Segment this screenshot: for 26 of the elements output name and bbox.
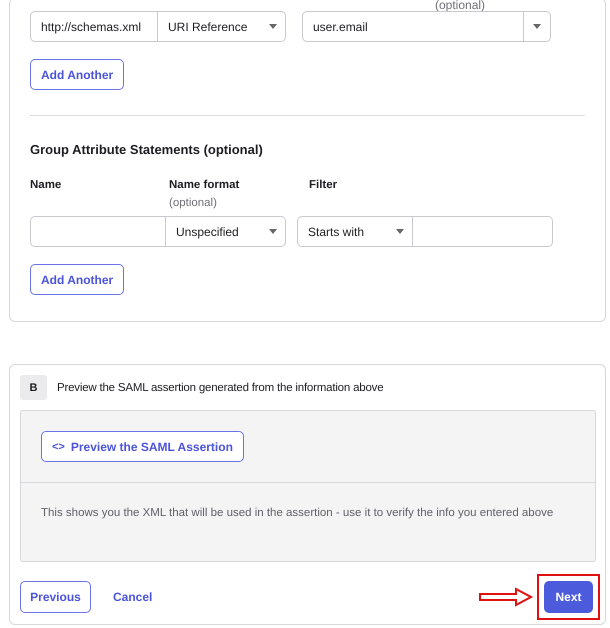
caret-icon <box>269 229 277 234</box>
field-hint: (optional) <box>434 0 486 11</box>
arrow-icon <box>479 587 533 607</box>
field-label: Filter <box>309 179 338 191</box>
field-label: Name <box>30 179 62 191</box>
step-badge: B <box>20 375 47 400</box>
add-another-button[interactable]: Add Another <box>30 264 124 295</box>
caret-icon <box>269 24 277 29</box>
text-field[interactable]: http://schemas.xml <box>30 11 158 42</box>
dropdown[interactable]: URI Reference <box>158 11 286 42</box>
dropdown[interactable]: Starts with <box>297 216 413 247</box>
previous-button[interactable]: Previous <box>20 581 91 613</box>
field-hint: (optional) <box>169 197 218 209</box>
dropdown[interactable]: Unspecified <box>166 216 286 247</box>
add-another-button[interactable]: Add Another <box>30 59 124 90</box>
section-heading: Group Attribute Statements (optional) <box>30 142 264 157</box>
description-text: This shows you the XML that will be used in the assertion - use it to verify the info you entered above <box>41 506 554 521</box>
text-field[interactable] <box>30 216 166 247</box>
cancel-link[interactable]: Cancel <box>105 586 160 608</box>
caret-icon <box>396 229 404 234</box>
preview-button[interactable]: <> Preview the SAML Assertion <box>41 431 244 462</box>
next-button[interactable]: Next <box>544 581 593 613</box>
combo-field[interactable]: user.email <box>302 11 551 42</box>
section-title: Preview the SAML assertion generated from the information above <box>57 382 384 394</box>
field-label: Name format <box>169 179 240 191</box>
text-field[interactable] <box>413 216 553 247</box>
